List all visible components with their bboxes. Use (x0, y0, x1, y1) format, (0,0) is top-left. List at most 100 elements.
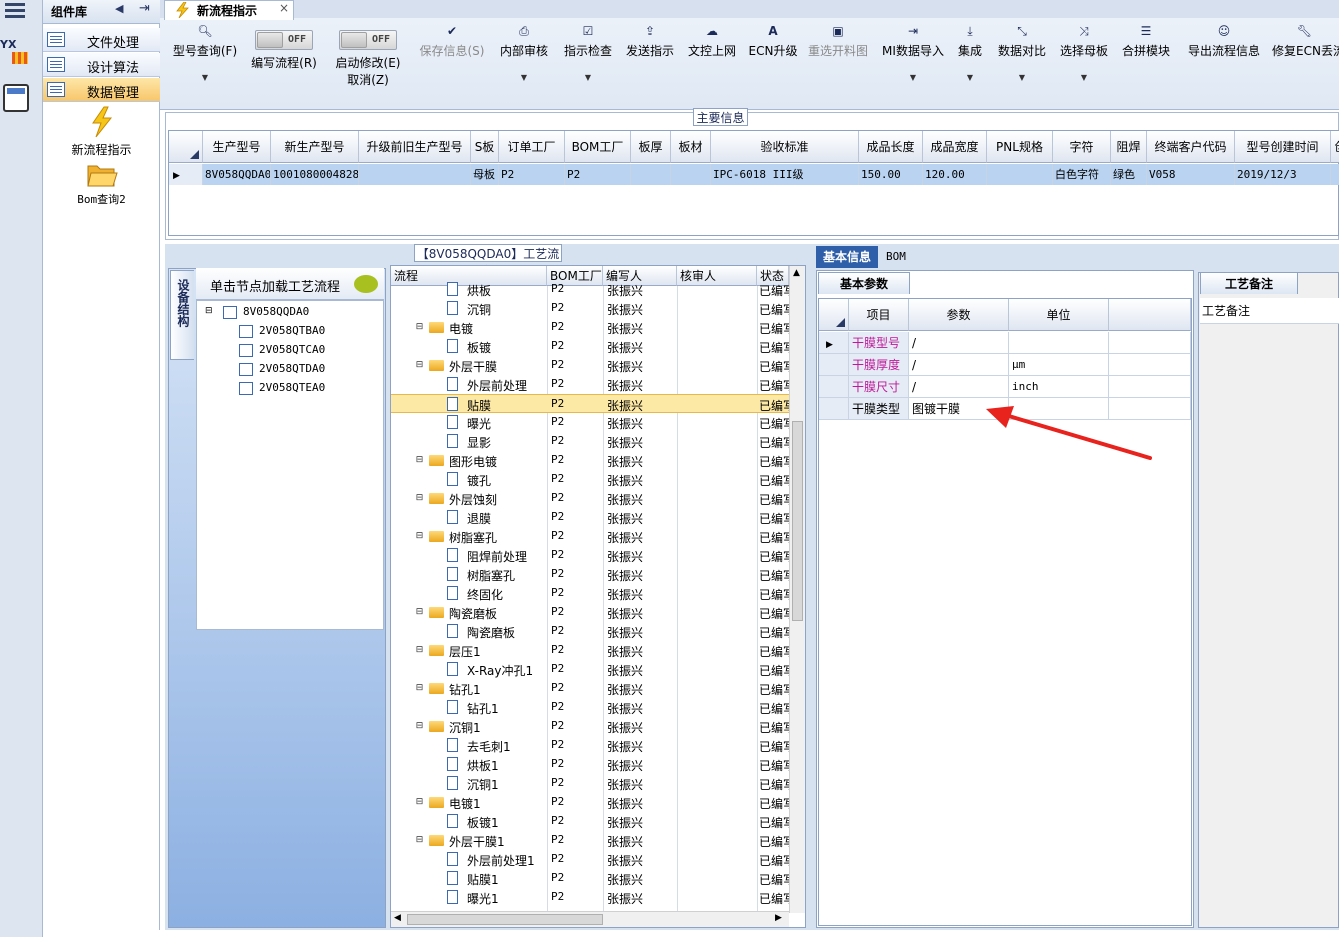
hamburger-menu-icon[interactable] (2, 0, 28, 22)
flow-vertical-scrollbar[interactable]: ▲ (789, 266, 805, 913)
cancel-button[interactable]: 取消(Z) (332, 71, 404, 88)
flow-row[interactable]: ⊟ 外层干膜1 P2 张振兴 已编写 (391, 831, 789, 850)
col-header-item[interactable]: 项目 (849, 299, 909, 331)
toggle-switch[interactable]: OFF (339, 30, 397, 50)
collapse-minus-icon[interactable]: ⊟ (415, 722, 424, 731)
collapse-minus-icon[interactable]: ⊟ (415, 456, 424, 465)
flow-row[interactable]: ⊟ 电镀1 P2 张振兴 已编写 (391, 793, 789, 812)
flow-row[interactable]: ⊟ 外层蚀刻 P2 张振兴 已编写 (391, 489, 789, 508)
grid-cell[interactable]: P2 (499, 164, 565, 185)
col-header[interactable]: 终端客户代码 (1147, 131, 1235, 163)
col-header[interactable]: 成品宽度 (923, 131, 987, 163)
col-header[interactable]: 型号创建时间 (1235, 131, 1331, 163)
col-header[interactable]: 验收标准 (711, 131, 859, 163)
process-flow-grid[interactable]: 流程 BOM工厂 编写人 核审人 状态 烘板P2张振兴已编写沉铜P2张振兴已编写… (390, 265, 806, 928)
flow-row[interactable]: 烘板1 P2 张振兴 已编写 (391, 755, 789, 774)
collapse-minus-icon[interactable]: ⊟ (415, 494, 424, 503)
flow-row[interactable]: ⊟ 图形电镀 P2 张振兴 已编写 (391, 451, 789, 470)
internal-review-button[interactable]: ⎙ 内部审核 ▼ (496, 24, 552, 104)
col-header[interactable]: 板厚 (631, 131, 671, 163)
model-query-button[interactable]: 🔍︎ 型号查询(F) ▼ (170, 24, 240, 104)
tool-bom-query[interactable]: Bom查询2 (43, 162, 160, 207)
flow-row[interactable]: 烘板 P2 张振兴 已编写 (391, 280, 789, 299)
mi-data-import-button[interactable]: ⇥ MI数据导入 ▼ (878, 24, 948, 104)
collapse-minus-icon[interactable]: ⊟ (415, 608, 424, 617)
flow-horizontal-scrollbar[interactable]: ◀ ▶ (391, 911, 789, 927)
tab-bom[interactable]: BOM (886, 246, 926, 268)
col-header[interactable]: 升级前旧生产型号 (359, 131, 471, 163)
start-modify-toggle[interactable]: OFF 启动修改(E) 取消(Z) (332, 30, 404, 110)
grid-cell[interactable]: V058 (1147, 164, 1235, 185)
category-data-management[interactable]: 数据管理 (43, 78, 160, 102)
flow-row[interactable]: 贴膜1 P2 张振兴 已编写 (391, 869, 789, 888)
collapse-minus-icon[interactable]: ⊟ (415, 684, 424, 693)
param-value-cell[interactable]: / (909, 354, 1009, 376)
collapse-minus-icon[interactable]: ⊟ (415, 798, 424, 807)
flow-row[interactable]: 镀孔 P2 张振兴 已编写 (391, 470, 789, 489)
category-design-algorithm[interactable]: 设计算法 (43, 53, 160, 77)
col-header-param[interactable]: 参数 (909, 299, 1009, 331)
flow-row[interactable]: 曝光1 P2 张振兴 已编写 (391, 888, 789, 907)
grid-cell[interactable]: P2 (565, 164, 631, 185)
flow-row[interactable]: ⊟ 树脂塞孔 P2 张振兴 已编写 (391, 527, 789, 546)
flow-row[interactable]: 贴膜 P2 张振兴 已编写 (391, 394, 789, 413)
flow-row[interactable]: 陶瓷磨板 P2 张振兴 已编写 (391, 622, 789, 641)
param-unit-cell[interactable]: μm (1009, 354, 1109, 376)
merge-module-button[interactable]: ☰ 合拼模块 (1118, 24, 1174, 104)
flow-row[interactable]: 阻焊前处理 P2 张振兴 已编写 (391, 546, 789, 565)
instruction-check-button[interactable]: ☑ 指示检查 ▼ (560, 24, 616, 104)
collapse-left-icon[interactable]: ◀ (115, 2, 123, 15)
tab-craft-notes[interactable]: 工艺备注 (1200, 272, 1298, 294)
flow-row[interactable]: ⊟ 电镀 P2 张振兴 已编写 (391, 318, 789, 337)
category-file-processing[interactable]: 文件处理 (43, 28, 160, 52)
grid-cell[interactable]: 白色字符 (1053, 164, 1111, 185)
write-flow-toggle[interactable]: OFF 编写流程(R) (248, 30, 320, 110)
select-mother-board-button[interactable]: ⤨ 选择母板 ▼ (1056, 24, 1112, 104)
flow-row[interactable]: 沉铜1 P2 张振兴 已编写 (391, 774, 789, 793)
ecn-upgrade-button[interactable]: A ECN升级 (746, 24, 800, 104)
flow-row[interactable]: ⊟ 沉铜1 P2 张振兴 已编写 (391, 717, 789, 736)
flow-row[interactable]: 树脂塞孔 P2 张振兴 已编写 (391, 565, 789, 584)
grid-cell[interactable]: 绿色 (1111, 164, 1147, 185)
integrate-button[interactable]: ⤓ 集成 ▼ (952, 24, 988, 104)
flow-row[interactable]: 外层前处理 P2 张振兴 已编写 (391, 375, 789, 394)
device-tree[interactable]: ⊟ 8V058QQDA0 2V058QTBA0 2V058QTCA0 2V058Q… (196, 300, 384, 630)
collapse-minus-icon[interactable]: ⊟ (415, 323, 424, 332)
col-header[interactable]: 新生产型号 (271, 131, 359, 163)
col-header[interactable]: S板 (471, 131, 499, 163)
flow-row[interactable]: 曝光 P2 张振兴 已编写 (391, 413, 789, 432)
grid-cell[interactable]: 150.00 (859, 164, 923, 185)
tab-new-flow[interactable]: 新流程指示 × (164, 0, 294, 20)
flow-row[interactable]: ⊟ 陶瓷磨板 P2 张振兴 已编写 (391, 603, 789, 622)
tab-basic-info[interactable]: 基本信息 (816, 246, 878, 268)
data-compare-button[interactable]: ⤡ 数据对比 ▼ (994, 24, 1050, 104)
col-header[interactable]: BOM工厂 (565, 131, 631, 163)
grid-cell[interactable] (631, 164, 671, 185)
grid-cell[interactable]: 120.00 (923, 164, 987, 185)
col-header[interactable]: 板材 (671, 131, 711, 163)
pin-icon[interactable]: ⇥ (139, 1, 150, 16)
reselect-cut-map-button[interactable]: ▣ 重选开料图 (806, 24, 870, 104)
collapse-minus-icon[interactable]: ⊟ (415, 361, 424, 370)
collapse-minus-icon[interactable]: ⊟ (415, 646, 424, 655)
flow-row[interactable]: 退膜 P2 张振兴 已编写 (391, 508, 789, 527)
scroll-up-icon[interactable]: ▲ (793, 268, 800, 278)
grid-cell[interactable] (671, 164, 711, 185)
param-unit-cell[interactable] (1009, 332, 1109, 354)
tab-device-structure[interactable]: 设备结构 (170, 270, 194, 360)
calculator-icon[interactable] (3, 84, 29, 112)
flow-row[interactable]: 去毛刺1 P2 张振兴 已编写 (391, 736, 789, 755)
param-value-cell[interactable]: / (909, 332, 1009, 354)
flow-row[interactable]: ⊟ 外层干膜 P2 张振兴 已编写 (391, 356, 789, 375)
scroll-right-icon[interactable]: ▶ (775, 913, 782, 923)
col-header[interactable]: PNL规格 (987, 131, 1053, 163)
grid-cell[interactable]: 母板 (471, 164, 499, 185)
collapse-minus-icon[interactable]: ⊟ (415, 532, 424, 541)
tool-new-flow[interactable]: 新流程指示 (43, 106, 160, 158)
flow-row[interactable]: ⊟ 层压1 P2 张振兴 已编写 (391, 641, 789, 660)
scroll-thumb[interactable] (407, 914, 603, 925)
grid-cell[interactable]: 10010800048280 (271, 164, 359, 185)
grid-cell[interactable] (1331, 164, 1339, 185)
flow-row[interactable]: 板镀 P2 张振兴 已编写 (391, 337, 789, 356)
tab-basic-params[interactable]: 基本参数 (818, 272, 910, 294)
